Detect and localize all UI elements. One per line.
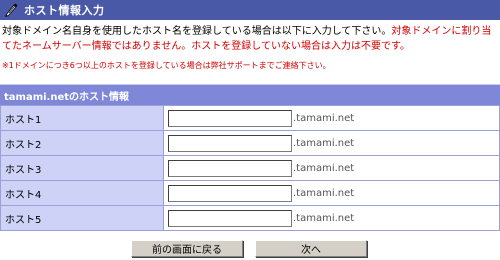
back-button[interactable]: 前の画面に戻る [131, 240, 243, 257]
host-4-input[interactable] [168, 184, 292, 202]
host-1-input[interactable] [168, 109, 292, 127]
host-5-cell: .tamami.net [163, 205, 500, 231]
pen-icon [5, 3, 18, 17]
table-row: ホスト2 .tamami.net [0, 130, 500, 156]
table-row: ホスト5 .tamami.net [0, 205, 500, 231]
host-3-input[interactable] [168, 159, 292, 177]
next-button[interactable]: 次へ [255, 240, 367, 257]
button-bar: 前の画面に戻る 次へ [0, 240, 500, 258]
host-4-suffix: .tamami.net [293, 187, 355, 199]
host-5-label: ホスト5 [0, 205, 164, 231]
description: 対象ドメイン名自身を使用したホスト名を登録している場合は以下に入力して下さい。対… [2, 24, 498, 54]
page-title: ホスト情報入力 [24, 4, 105, 17]
title-bar: ホスト情報入力 [0, 0, 500, 20]
host-5-suffix: .tamami.net [293, 212, 355, 224]
host-2-input[interactable] [168, 134, 292, 152]
description-text: 対象ドメイン名自身を使用したホスト名を登録している場合は以下に入力して下さい。 [2, 26, 392, 37]
host-2-suffix: .tamami.net [293, 137, 355, 149]
host-3-suffix: .tamami.net [293, 162, 355, 174]
table-row: ホスト4 .tamami.net [0, 180, 500, 206]
support-note: ※1ドメインにつき6つ以上のホストを登録している場合は弊社サポートまでご連絡下さ… [2, 61, 331, 70]
host-4-cell: .tamami.net [163, 180, 500, 206]
host-1-suffix: .tamami.net [293, 112, 355, 124]
host-1-cell: .tamami.net [163, 105, 500, 131]
table-row: ホスト1 .tamami.net [0, 105, 500, 131]
panel-title: tamami.netのホスト情報 [0, 85, 500, 105]
host-1-label: ホスト1 [0, 105, 164, 131]
host-3-cell: .tamami.net [163, 155, 500, 181]
host-4-label: ホスト4 [0, 180, 164, 206]
host-2-label: ホスト2 [0, 130, 164, 156]
host-3-label: ホスト3 [0, 155, 164, 181]
host-5-input[interactable] [168, 209, 292, 227]
host-form-table: ホスト1 .tamami.net ホスト2 .tamami.net ホスト3 .… [0, 105, 500, 231]
host-2-cell: .tamami.net [163, 130, 500, 156]
table-row: ホスト3 .tamami.net [0, 155, 500, 181]
host-info-panel: tamami.netのホスト情報 ホスト1 .tamami.net ホスト2 .… [0, 84, 500, 233]
